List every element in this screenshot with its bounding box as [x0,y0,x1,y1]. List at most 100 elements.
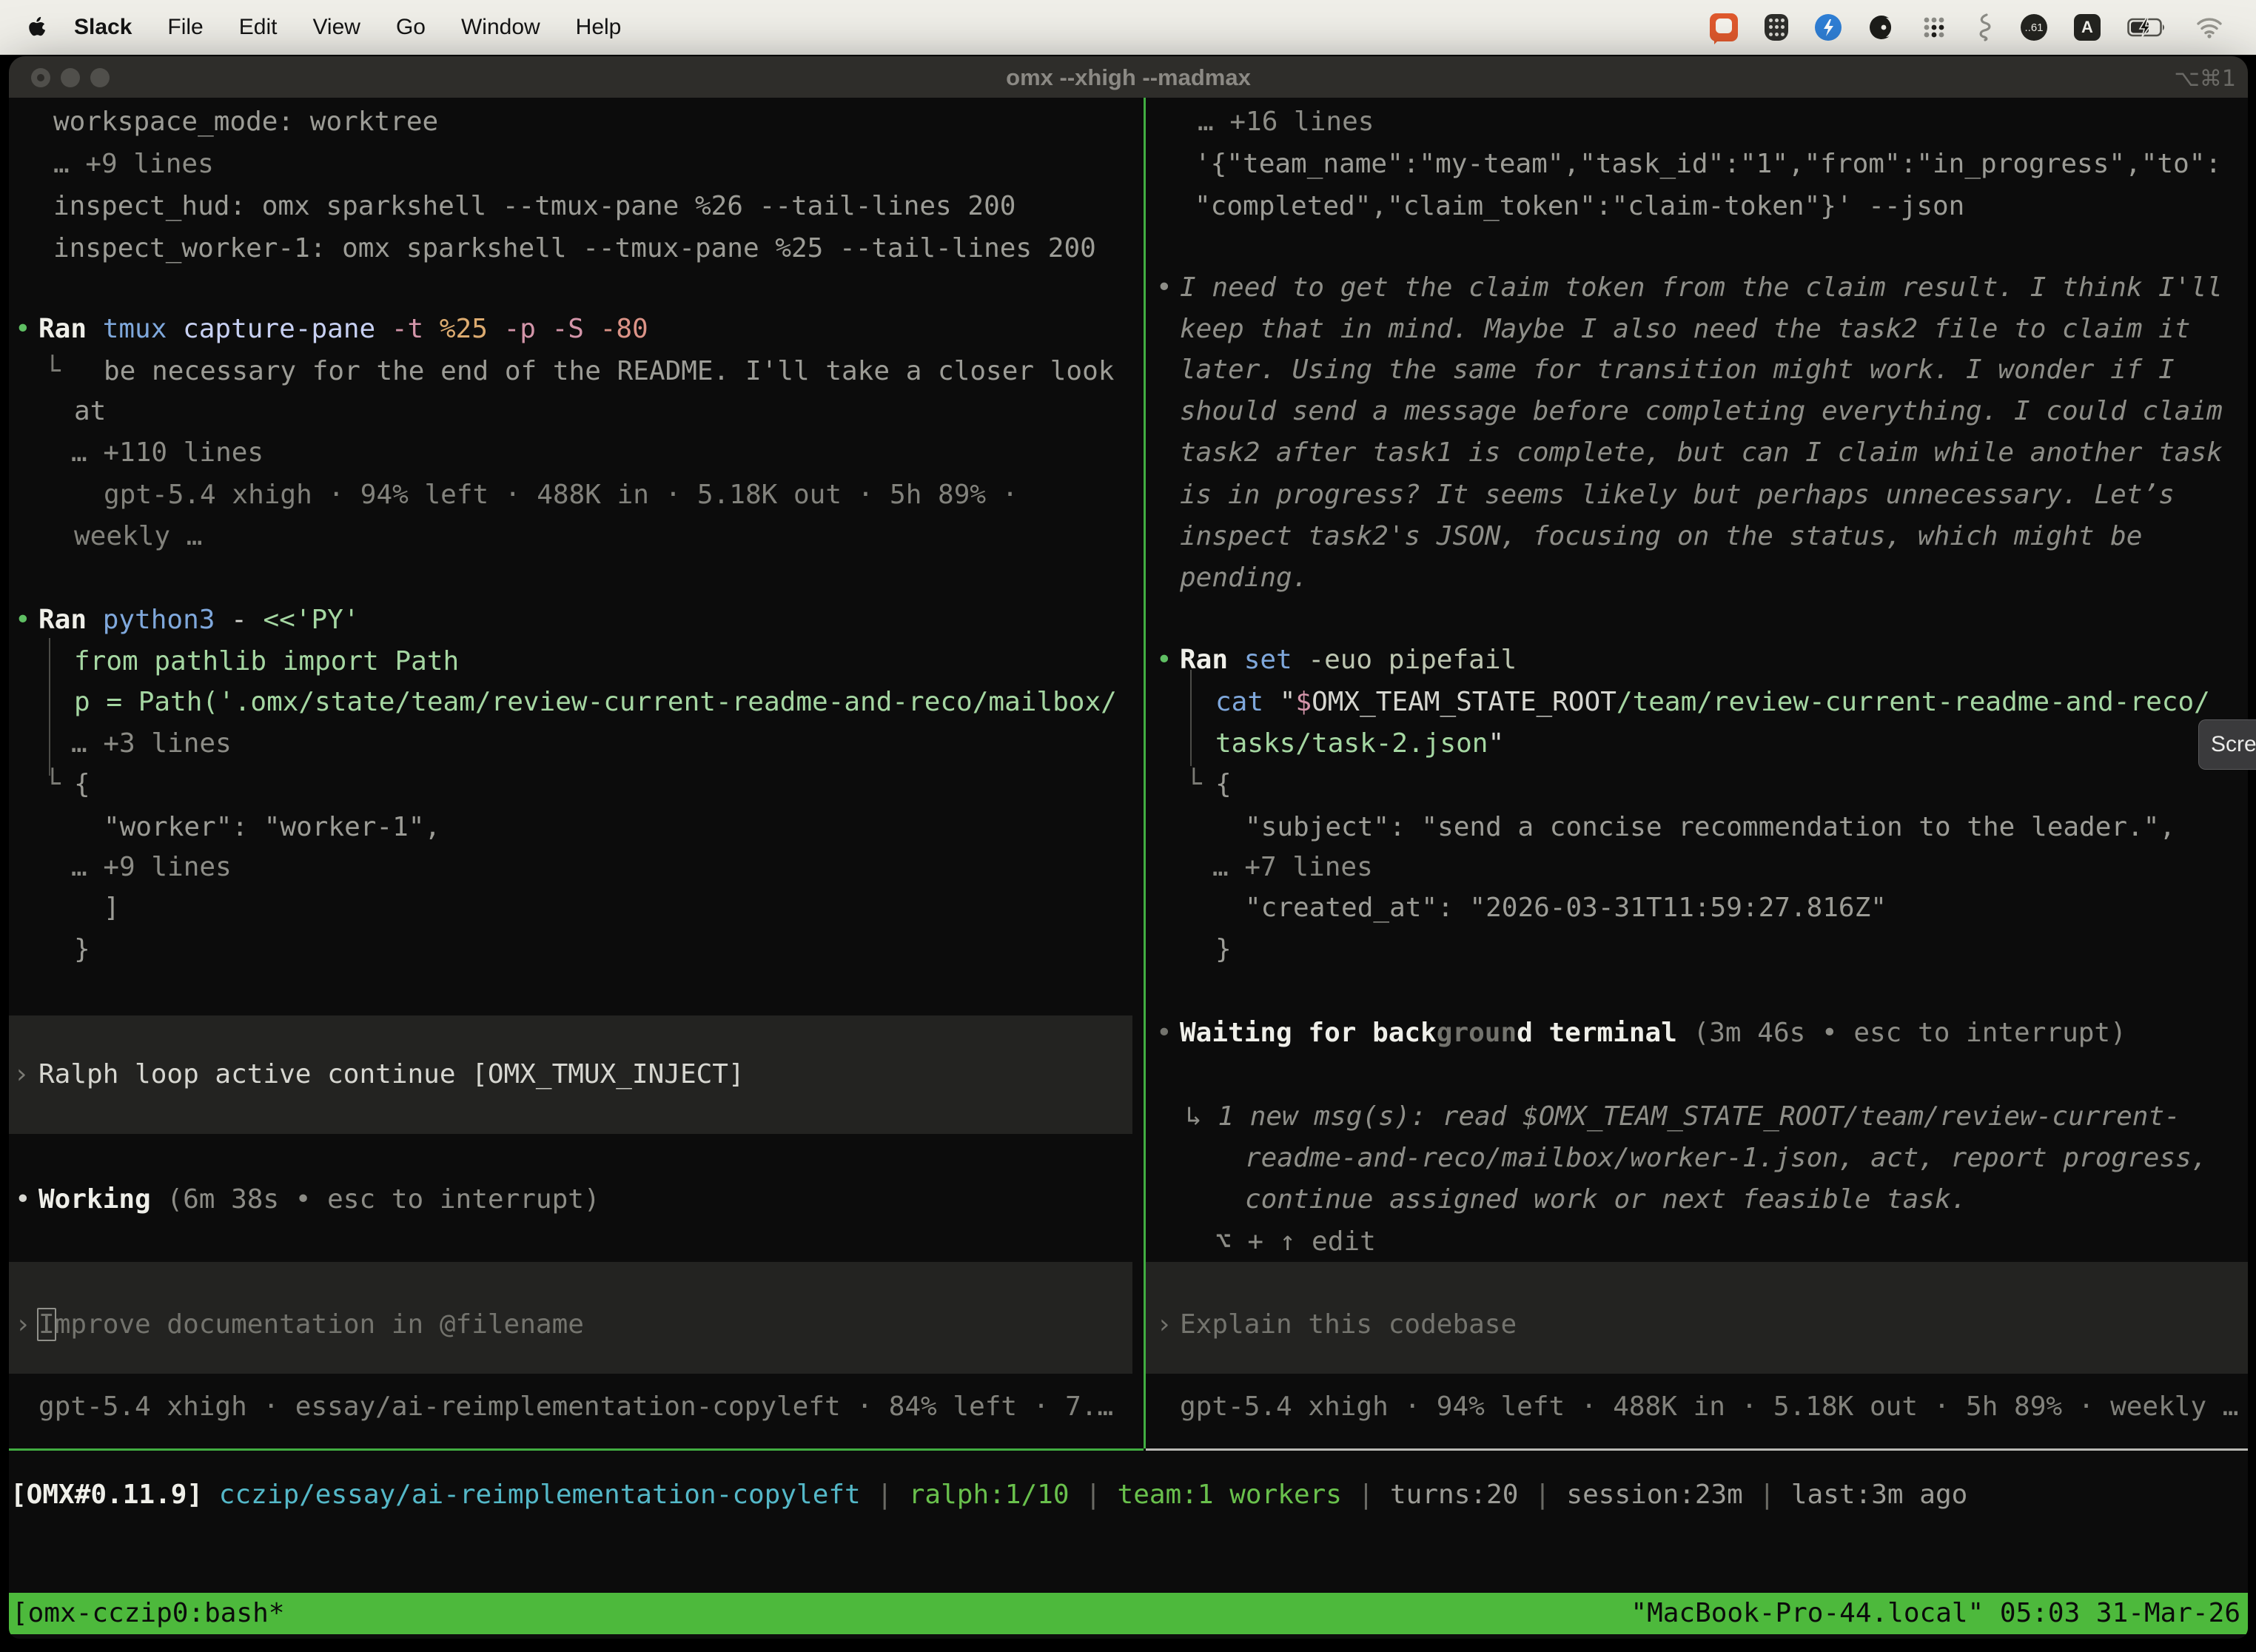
terminal-line: … +9 lines [53,148,214,181]
terminal-text: $ [1295,687,1312,717]
terminal-text: … +9 lines [71,852,232,882]
terminal-line: cat "$OMX_TEAM_STATE_ROOT/team/review-cu… [1215,686,2210,719]
terminal-text: [OMX#0.11.9] [10,1480,219,1510]
terminal-line: "subject": "send a concise recommendatio… [1245,811,2175,844]
terminal-line: later. Using the same for transition mig… [1180,354,2175,386]
menu-item-help[interactable]: Help [558,15,639,40]
crescent-icon[interactable] [1868,14,1895,41]
terminal-line: keep that in mind. Maybe I also need the… [1180,313,2190,346]
battery-icon[interactable] [2127,17,2169,38]
terminal-text: should send a message before completing … [1180,396,2223,426]
wifi-icon[interactable] [2195,16,2223,38]
terminal-text: tmux [103,314,183,344]
menu-item-file[interactable]: File [150,15,221,40]
tooltip-text: Scre [2211,732,2256,757]
terminal-text: (3m 46s • esc to interrupt) [1677,1018,2126,1048]
terminal-window: omx --xhigh --madmax ⌥⌘1 workspace_mode:… [9,56,2248,1639]
terminal-text: from pathlib import Path [74,646,459,676]
terminal-line: at [74,395,106,428]
terminal-cursor: I [37,1308,56,1341]
terminal-text: Explain this codebase [1180,1309,1517,1340]
terminal-line: inspect_worker-1: omx sparkshell --tmux-… [53,232,1096,265]
menu-item-go[interactable]: Go [378,15,443,40]
terminal-line: gpt-5.4 xhigh · 94% left · 488K in · 5.1… [104,479,1018,511]
terminal-text: | [1743,1480,1791,1510]
terminal-text: └ [44,356,61,386]
terminal-text: set [1244,645,1309,675]
terminal-line: ↳ 1 new msg(s): read $OMX_TEAM_STATE_ROO… [1186,1101,2181,1133]
terminal-line: tasks/task-2.json" [1215,728,1504,760]
menu-item-view[interactable]: View [295,15,377,40]
terminal-line: └ [44,768,61,801]
terminal-content: workspace_mode: worktree … +9 lines inspec… [9,56,2248,1639]
terminal-text: keep that in mind. Maybe I also need the… [1180,314,2190,344]
terminal-text: " [1280,687,1296,717]
chat-app-icon[interactable] [1710,13,1738,41]
terminal-text: › [13,1059,30,1089]
terminal-line: … +9 lines [71,851,232,884]
terminal-line: Improve documentation in @filename [38,1309,584,1341]
apple-menu-icon[interactable] [27,16,56,38]
menu-item-edit[interactable]: Edit [221,15,295,40]
terminal-line: Ran python3 - <<'PY' [38,604,360,637]
terminal-text: • [1156,1018,1172,1048]
terminal-line: "created_at": "2026-03-31T11:59:27.816Z" [1245,892,1887,924]
terminal-line: is in progress? It seems likely but perh… [1180,479,2175,511]
terminal-text: task2 after task1 is complete, but can I… [1180,437,2223,468]
terminal-text: ] [104,893,120,923]
terminal-text: • [1156,272,1172,303]
squiggle-icon[interactable] [1973,13,1994,41]
terminal-line: [OMX#0.11.9] cczip/essay/ai-reimplementa… [10,1479,1967,1511]
terminal-line: I need to get the claim token from the c… [1180,272,2223,304]
terminal-text: inspect_worker-1: omx sparkshell --tmux-… [53,233,1096,263]
terminal-text: | [1342,1480,1390,1510]
terminal-line: task2 after task1 is complete, but can I… [1180,437,2223,469]
terminal-text: gpt-5.4 xhigh · 94% left · 488K in · 5.1… [1180,1391,2238,1422]
terminal-line: └ [44,355,61,388]
terminal-line: … +3 lines [71,728,232,760]
shield-grid-icon[interactable] [1765,14,1788,41]
terminal-text: "created_at": "2026-03-31T11:59:27.816Z" [1245,893,1887,923]
input-source-icon[interactable]: A [2074,14,2101,41]
terminal-text: | [1070,1480,1118,1510]
verified-bolt-icon[interactable] [1815,14,1842,41]
menu-item-window[interactable]: Window [443,15,558,40]
terminal-line: ⌥ + ↑ edit [1215,1226,1376,1258]
terminal-text: " [1488,728,1504,759]
terminal-text: 1 new msg(s): read $OMX_TEAM_STATE_ROOT/… [1218,1101,2180,1132]
terminal-text: { [1215,769,1232,799]
terminal-line: should send a message before completing … [1180,395,2223,428]
terminal-line: • [1156,644,1172,676]
terminal-text: team:1 workers [1118,1480,1342,1510]
terminal-text: gpt-5.4 xhigh · 94% left · 488K in · 5.1… [104,480,1018,510]
terminal-line: '{"team_name":"my-team","task_id":"1","f… [1195,148,2221,181]
terminal-text: cczip/essay/ai-reimplementation-copyleft [219,1480,861,1510]
terminal-text: › [15,1309,31,1340]
terminal-text: (6m 38s • esc to interrupt) [167,1184,600,1215]
menu-bar: Slack File Edit View Go Window Help ..61… [0,0,2256,55]
terminal-line: inspect_hud: omx sparkshell --tmux-pane … [53,190,1015,223]
terminal-text: -euo pipefail [1308,645,1517,675]
terminal-text: … +7 lines [1212,852,1373,882]
terminal-text: <<'PY' [263,605,359,635]
percent-badge-icon[interactable]: ..61 [2021,14,2047,41]
terminal-line: workspace_mode: worktree [53,106,438,138]
dots-grid-icon[interactable] [1921,15,1947,40]
terminal-text: last:3m ago [1791,1480,1967,1510]
terminal-text: { [74,769,90,799]
terminal-line: • [15,313,31,346]
terminal-text: p = Path('.omx/state/team/review-current… [74,687,1117,717]
terminal-line: Ran set -euo pipefail [1180,644,1517,676]
menu-item-app[interactable]: Slack [56,15,150,40]
terminal-line: "worker": "worker-1", [104,811,440,844]
terminal-text: d terminal [1517,1018,1677,1048]
terminal-text: Waiting for back [1180,1018,1437,1048]
terminal-line: readme-and-reco/mailbox/worker-1.json, a… [1245,1142,2207,1175]
terminal-line: } [74,933,90,966]
terminal-text: OMX_TEAM_STATE_ROOT [1312,687,1617,717]
terminal-text: %25 [440,314,504,344]
terminal-text: capture-pane [183,314,392,344]
terminal-text: readme-and-reco/mailbox/worker-1.json, a… [1245,1143,2207,1173]
terminal-line: weekly … [74,520,202,553]
terminal-line: Ran tmux capture-pane -t %25 -p -S -80 [38,313,648,346]
